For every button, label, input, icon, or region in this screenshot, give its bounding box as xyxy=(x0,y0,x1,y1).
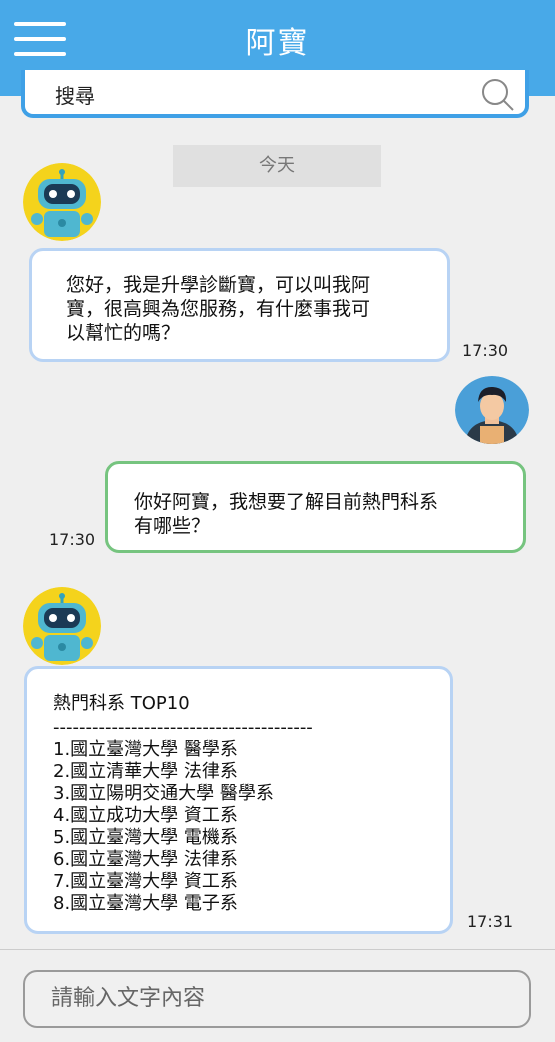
search-icon[interactable] xyxy=(479,76,515,112)
message-timestamp: 17:30 xyxy=(49,530,96,549)
list-item: 3.國立陽明交通大學 醫學系 xyxy=(53,783,274,804)
list-separator: ---------------------------------------- xyxy=(53,717,313,738)
list-heading: 熱門科系 TOP10 xyxy=(53,693,190,714)
user-message-bubble: 你好阿寶，我想要了解目前熱門科系 有哪些？ xyxy=(105,461,526,553)
robot-avatar xyxy=(23,163,101,241)
message-text-line: 寶，很高興為您服務，有什麼事我可 xyxy=(66,298,371,320)
message-timestamp: 17:31 xyxy=(467,912,514,931)
date-divider: 今天 xyxy=(173,145,381,187)
list-item: 4.國立成功大學 資工系 xyxy=(53,805,238,826)
list-item: 6.國立臺灣大學 法律系 xyxy=(53,849,238,870)
user-avatar xyxy=(455,376,529,444)
robot-avatar xyxy=(23,587,101,665)
message-text-line: 有哪些？ xyxy=(134,515,211,537)
page-title: 阿寶 xyxy=(245,26,310,61)
message-text-line: 以幫忙的嗎？ xyxy=(66,322,181,344)
list-item: 5.國立臺灣大學 電機系 xyxy=(53,827,238,848)
list-item: 1.國立臺灣大學 醫學系 xyxy=(53,739,238,760)
bot-message-bubble: 您好，我是升學診斷寶，可以叫我阿 寶，很高興為您服務，有什麼事我可 以幫忙的嗎？ xyxy=(29,248,450,362)
message-composer[interactable] xyxy=(23,970,531,1028)
list-item: 2.國立清華大學 法律系 xyxy=(53,761,238,782)
list-item: 7.國立臺灣大學 資工系 xyxy=(53,871,238,892)
search-bar[interactable]: 搜尋 xyxy=(21,70,529,118)
list-item: 8.國立臺灣大學 電子系 xyxy=(53,893,238,914)
bot-message-bubble: 熱門科系 TOP10 -----------------------------… xyxy=(24,666,453,934)
message-timestamp: 17:30 xyxy=(462,341,509,360)
search-input[interactable]: 搜尋 xyxy=(55,80,95,109)
composer-divider xyxy=(0,949,555,950)
message-input[interactable] xyxy=(49,985,503,1012)
message-text-line: 你好阿寶，我想要了解目前熱門科系 xyxy=(134,491,439,513)
message-text-line: 您好，我是升學診斷寶，可以叫我阿 xyxy=(66,274,371,296)
